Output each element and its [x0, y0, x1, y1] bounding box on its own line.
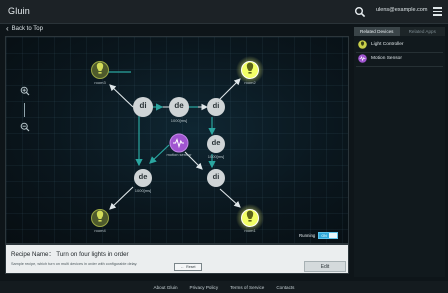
- reset-icon: ←: [180, 265, 185, 269]
- di-glyph-bottom: di: [212, 172, 220, 181]
- search-icon[interactable]: [354, 6, 366, 18]
- sidebar-tabs: Related Devices Related Apps: [354, 27, 445, 36]
- motion-sensor-icon: [358, 54, 367, 63]
- room4-label: room4: [94, 228, 106, 233]
- zoom-out-icon[interactable]: [20, 122, 30, 132]
- back-to-top-label: Back to Top: [11, 26, 43, 32]
- toggle-on-label: ON: [321, 233, 327, 238]
- divider: [356, 52, 443, 53]
- app-window: Gluin ulens@example.com di de di de di d…: [0, 0, 448, 293]
- recipe-canvas[interactable]: di de di de di de room3 room2 room4 room…: [5, 36, 349, 244]
- recipe-description: Sample recipe, which turn on multi devic…: [11, 262, 138, 266]
- recipe-name: Recipe Name： Turn on four lights in orde…: [11, 251, 129, 258]
- device-label: Motion Sensor: [371, 56, 402, 61]
- footer-link-contacts[interactable]: Contacts: [276, 285, 294, 290]
- de-glyph-top: de: [174, 101, 184, 110]
- light-controller-icon: [358, 40, 367, 49]
- di-glyph-right: di: [212, 101, 220, 110]
- footer: About Gluin Privacy Policy Terms of Serv…: [0, 281, 448, 293]
- de-top-delay-label: 1000[ms]: [170, 118, 188, 123]
- edit-button[interactable]: Edit: [304, 261, 346, 272]
- user-email[interactable]: ulens@example.com: [376, 7, 427, 13]
- room1-label: room1: [244, 228, 256, 233]
- light-room4[interactable]: [91, 209, 109, 227]
- top-bar: Gluin ulens@example.com: [0, 0, 448, 24]
- footer-link-terms[interactable]: Terms of Service: [230, 285, 264, 290]
- divider: [356, 66, 443, 67]
- chevron-left-icon: ‹: [6, 24, 9, 33]
- zoom-in-icon[interactable]: [20, 86, 30, 96]
- footer-link-privacy[interactable]: Privacy Policy: [190, 285, 219, 290]
- motion-sensor-node[interactable]: [169, 133, 189, 153]
- light-room3[interactable]: [91, 61, 109, 79]
- de-mid-delay-label: 1000[ms]: [207, 154, 225, 159]
- menu-icon[interactable]: [433, 7, 442, 17]
- tab-related-apps[interactable]: Related Apps: [399, 27, 445, 36]
- footer-link-about[interactable]: About Gluin: [154, 285, 178, 290]
- running-toggle[interactable]: ON: [318, 232, 339, 239]
- device-item-light-controller[interactable]: Light Controller: [358, 40, 404, 49]
- de-left-delay-label: 1000[ms]: [134, 188, 152, 193]
- back-to-top-link[interactable]: ‹ Back to Top: [6, 24, 43, 33]
- running-label: Running: [299, 233, 316, 238]
- reset-label: Reset: [186, 265, 196, 269]
- reset-button[interactable]: ← Reset: [174, 263, 202, 271]
- zoom-slider[interactable]: [24, 103, 25, 117]
- recipe-graph: [91, 56, 264, 232]
- toggle-knob: [328, 233, 338, 238]
- app-title: Gluin: [8, 6, 31, 16]
- motion-sensor-label: motion sensor: [166, 152, 192, 157]
- device-item-motion-sensor[interactable]: Motion Sensor: [358, 54, 402, 63]
- zoom-control: [20, 83, 32, 137]
- de-glyph-left: de: [138, 172, 148, 181]
- running-status: Running ON: [299, 232, 339, 239]
- related-sidebar: Related Devices Related Apps Light Contr…: [354, 27, 445, 277]
- de-glyph-mid: de: [211, 138, 221, 147]
- di-glyph-left: di: [139, 101, 147, 110]
- recipe-panel: Recipe Name： Turn on four lights in orde…: [5, 244, 349, 274]
- room3-label: room3: [94, 80, 106, 85]
- room2-label: room2: [244, 80, 256, 85]
- tab-related-devices[interactable]: Related Devices: [354, 27, 400, 36]
- device-label: Light Controller: [371, 42, 404, 47]
